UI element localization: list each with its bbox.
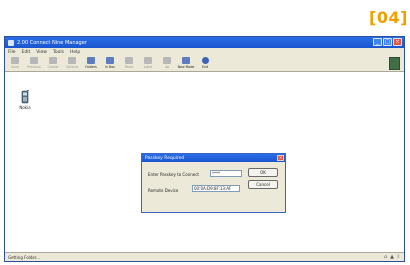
menu-view[interactable]: View bbox=[36, 50, 47, 55]
app-icon bbox=[8, 39, 14, 46]
toolbar-label: Label bbox=[143, 65, 153, 69]
toolbar-button-new-mode[interactable]: New Mode bbox=[177, 56, 195, 69]
cancel-button[interactable]: Cancel bbox=[248, 180, 278, 189]
toolbar-button-exit[interactable]: Exit bbox=[198, 56, 212, 69]
toolbar-button-up[interactable]: Up bbox=[160, 56, 174, 69]
minimize-button[interactable]: _ bbox=[373, 38, 382, 46]
toolbar-label: Paste bbox=[124, 65, 134, 69]
toolbar-button-label[interactable]: Label bbox=[141, 56, 155, 69]
remote-device-label: Remote Device bbox=[148, 188, 179, 193]
toolbar-button-options[interactable]: Options bbox=[65, 56, 79, 69]
toolbar-button-previous[interactable]: Previous bbox=[27, 56, 41, 69]
label-icon bbox=[144, 57, 152, 64]
dialog-title: Passkey Required bbox=[145, 155, 185, 161]
menu-bar: File Edit View Tools Help bbox=[5, 48, 404, 56]
passkey-label: Enter Passkey to Connect bbox=[148, 172, 199, 177]
device-item[interactable]: Nokia bbox=[19, 90, 31, 110]
options-icon bbox=[68, 57, 76, 64]
remote-device-field: 00:0A:D9:8F:13:AF bbox=[192, 185, 240, 192]
menu-tools[interactable]: Tools bbox=[53, 50, 64, 55]
bluetooth-icon: ᛒ bbox=[396, 254, 400, 260]
ok-button[interactable]: OK bbox=[248, 168, 278, 177]
figure-number-badge: [04] bbox=[369, 8, 408, 27]
toolbar-label: Options bbox=[65, 65, 79, 69]
toolbar-label: Save bbox=[11, 65, 19, 69]
dialog-title-bar[interactable]: Passkey Required × bbox=[142, 154, 285, 162]
toolbar-label: New Mode bbox=[177, 65, 195, 69]
previous-icon bbox=[30, 57, 38, 64]
toolbar-label: Cancel bbox=[47, 65, 59, 69]
status-text: Getting Folder... bbox=[8, 254, 40, 260]
toolbar-button-cancel[interactable]: Cancel bbox=[46, 56, 60, 69]
toolbar-label: In Box bbox=[105, 65, 115, 69]
up-icon bbox=[163, 57, 171, 64]
maximize-button[interactable]: □ bbox=[383, 38, 392, 46]
toolbar-label: Folders bbox=[85, 65, 97, 69]
paste-icon bbox=[125, 57, 133, 64]
toolbar-label: Exit bbox=[201, 65, 209, 69]
passkey-input[interactable]: **** bbox=[210, 170, 242, 177]
phone-icon bbox=[21, 90, 30, 104]
folders-icon bbox=[87, 57, 95, 64]
menu-edit[interactable]: Edit bbox=[22, 50, 31, 55]
status-bar: Getting Folder... ⌂ ▲ ᛒ bbox=[5, 252, 404, 261]
signal-icon: ▲ bbox=[390, 254, 394, 260]
menu-help[interactable]: Help bbox=[70, 50, 80, 55]
toolbar-label: Up bbox=[164, 65, 170, 69]
toolbar: Save Previous Cancel Options Folders In Box Pa… bbox=[5, 56, 404, 72]
menu-file[interactable]: File bbox=[8, 50, 16, 55]
inbox-icon bbox=[106, 57, 114, 64]
window-title: 2.00 Connect Nine Manager bbox=[17, 39, 87, 46]
toolbar-button-paste[interactable]: Paste bbox=[122, 56, 136, 69]
toolbar-button-in-box[interactable]: In Box bbox=[103, 56, 117, 69]
network-icon: ⌂ bbox=[383, 254, 388, 260]
device-label: Nokia bbox=[19, 105, 31, 110]
app-window: 2.00 Connect Nine Manager _ □ × File Edi… bbox=[4, 36, 405, 262]
title-bar[interactable]: 2.00 Connect Nine Manager _ □ × bbox=[5, 37, 404, 48]
brand-logo bbox=[389, 57, 400, 70]
window-controls: _ □ × bbox=[373, 38, 402, 46]
exit-icon bbox=[201, 57, 209, 64]
dialog-close-button[interactable]: × bbox=[277, 155, 284, 161]
toolbar-button-folders[interactable]: Folders bbox=[84, 56, 98, 69]
toolbar-button-save[interactable]: Save bbox=[8, 56, 22, 69]
save-icon bbox=[11, 57, 19, 64]
close-button[interactable]: × bbox=[393, 38, 402, 46]
status-icons: ⌂ ▲ ᛒ bbox=[384, 254, 400, 260]
cancel-icon bbox=[49, 57, 57, 64]
passkey-dialog: Passkey Required × Enter Passkey to Conn… bbox=[141, 153, 286, 213]
new-mode-icon bbox=[182, 57, 190, 64]
toolbar-label: Previous bbox=[27, 65, 41, 69]
